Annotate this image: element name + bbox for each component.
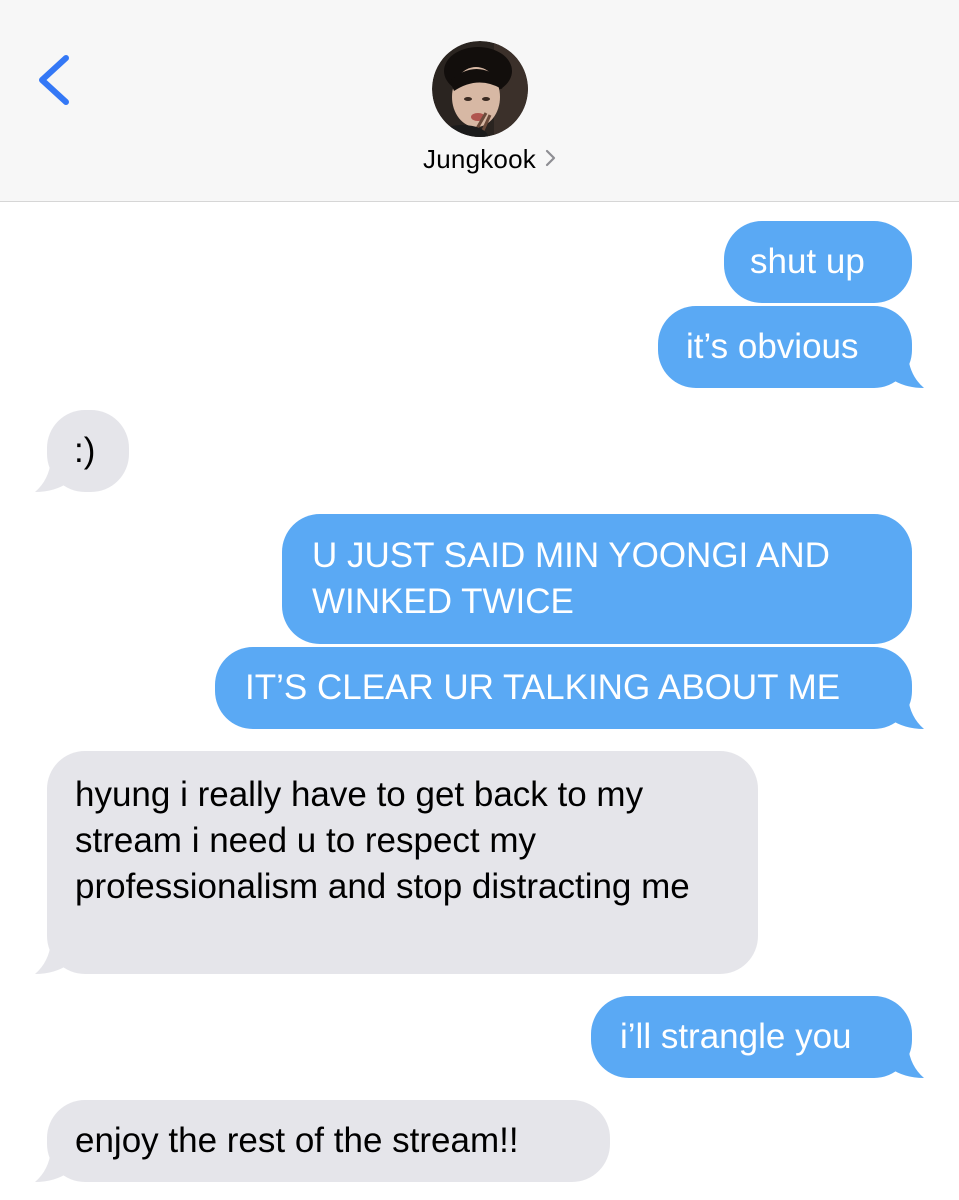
bubble-tail: [890, 356, 924, 388]
message-text: :): [74, 431, 96, 470]
message-bubble-sent[interactable]: i’ll strangle you: [591, 996, 912, 1078]
contact-avatar[interactable]: [432, 41, 528, 137]
back-button[interactable]: [28, 44, 84, 116]
bubble-tail: [890, 697, 924, 729]
bubble-tail: [35, 942, 69, 974]
message-text: i’ll strangle you: [620, 1017, 852, 1056]
bubble-tail: [890, 1046, 924, 1078]
message-bubble-received[interactable]: enjoy the rest of the stream!!: [47, 1100, 610, 1182]
message-bubble-sent[interactable]: IT’S CLEAR UR TALKING ABOUT ME: [215, 647, 912, 729]
avatar-photo: [432, 41, 528, 137]
message-text: U JUST SAID MIN YOONGI AND WINKED TWICE: [312, 536, 830, 621]
conversation-header: Jungkook: [0, 0, 959, 202]
message-bubble-sent[interactable]: U JUST SAID MIN YOONGI AND WINKED TWICE: [282, 514, 912, 644]
message-bubble-sent[interactable]: it’s obvious: [658, 306, 912, 388]
message-bubble-received[interactable]: hyung i really have to get back to my st…: [47, 751, 758, 974]
message-text: shut up: [750, 242, 865, 281]
contact-name: Jungkook: [423, 144, 536, 174]
bubble-tail: [35, 1150, 69, 1182]
message-text: IT’S CLEAR UR TALKING ABOUT ME: [245, 668, 841, 707]
chevron-right-icon: [545, 149, 556, 167]
message-text: hyung i really have to get back to my st…: [75, 775, 690, 906]
message-text: it’s obvious: [686, 327, 859, 366]
contact-name-button[interactable]: Jungkook: [0, 144, 959, 175]
message-bubble-sent[interactable]: shut up: [724, 221, 912, 303]
bubble-tail: [35, 460, 69, 492]
message-text: enjoy the rest of the stream!!: [75, 1121, 519, 1160]
chevron-left-icon: [39, 55, 69, 105]
